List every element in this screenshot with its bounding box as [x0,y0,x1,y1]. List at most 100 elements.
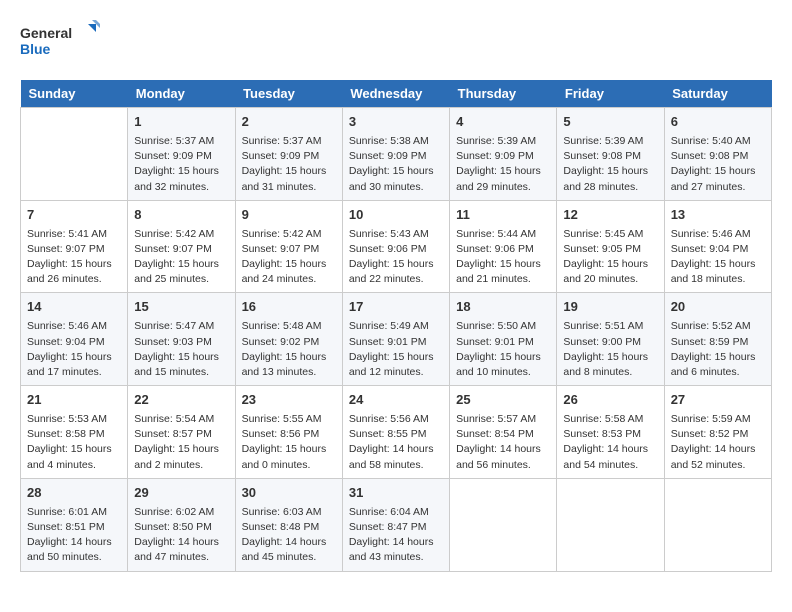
day-info: Sunrise: 5:37 AM Sunset: 9:09 PM Dayligh… [242,134,336,195]
day-number: 26 [563,391,657,410]
calendar-cell: 27 Sunrise: 5:59 AM Sunset: 8:52 PM Dayli… [664,386,771,479]
day-info: Sunrise: 5:56 AM Sunset: 8:55 PM Dayligh… [349,412,443,473]
calendar-cell: 14 Sunrise: 5:46 AM Sunset: 9:04 PM Dayli… [21,293,128,386]
calendar-cell: 10 Sunrise: 5:43 AM Sunset: 9:06 PM Dayli… [342,200,449,293]
day-info: Sunrise: 5:46 AM Sunset: 9:04 PM Dayligh… [27,319,121,380]
day-info: Sunrise: 5:39 AM Sunset: 9:08 PM Dayligh… [563,134,657,195]
day-info: Sunrise: 5:48 AM Sunset: 9:02 PM Dayligh… [242,319,336,380]
day-info: Sunrise: 5:57 AM Sunset: 8:54 PM Dayligh… [456,412,550,473]
day-number: 1 [134,113,228,132]
day-number: 27 [671,391,765,410]
header-thursday: Thursday [450,80,557,108]
day-number: 23 [242,391,336,410]
day-number: 14 [27,298,121,317]
calendar-cell: 9 Sunrise: 5:42 AM Sunset: 9:07 PM Daylig… [235,200,342,293]
day-number: 30 [242,484,336,503]
calendar-cell [664,478,771,571]
day-info: Sunrise: 6:04 AM Sunset: 8:47 PM Dayligh… [349,505,443,566]
day-number: 10 [349,206,443,225]
calendar-cell: 4Sunrise: 5:39 AM Sunset: 9:09 PM Daylig… [450,108,557,201]
day-number: 29 [134,484,228,503]
calendar-cell: 23 Sunrise: 5:55 AM Sunset: 8:56 PM Dayli… [235,386,342,479]
calendar-cell: 30Sunrise: 6:03 AM Sunset: 8:48 PM Dayli… [235,478,342,571]
page-header: General Blue [20,20,772,64]
calendar-cell: 21Sunrise: 5:53 AM Sunset: 8:58 PM Dayli… [21,386,128,479]
calendar-cell: 3 Sunrise: 5:38 AM Sunset: 9:09 PM Daylig… [342,108,449,201]
day-info: Sunrise: 5:44 AM Sunset: 9:06 PM Dayligh… [456,227,550,288]
calendar-cell: 16Sunrise: 5:48 AM Sunset: 9:02 PM Dayli… [235,293,342,386]
calendar-cell: 29 Sunrise: 6:02 AM Sunset: 8:50 PM Dayli… [128,478,235,571]
calendar-cell: 12 Sunrise: 5:45 AM Sunset: 9:05 PM Dayli… [557,200,664,293]
day-number: 2 [242,113,336,132]
header-tuesday: Tuesday [235,80,342,108]
calendar-cell: 8 Sunrise: 5:42 AM Sunset: 9:07 PM Daylig… [128,200,235,293]
day-number: 15 [134,298,228,317]
day-number: 28 [27,484,121,503]
week-row-5: 28 Sunrise: 6:01 AM Sunset: 8:51 PM Dayli… [21,478,772,571]
day-number: 13 [671,206,765,225]
day-info: Sunrise: 6:01 AM Sunset: 8:51 PM Dayligh… [27,505,121,566]
calendar-cell: 20Sunrise: 5:52 AM Sunset: 8:59 PM Dayli… [664,293,771,386]
calendar-cell: 28 Sunrise: 6:01 AM Sunset: 8:51 PM Dayli… [21,478,128,571]
day-number: 20 [671,298,765,317]
header-wednesday: Wednesday [342,80,449,108]
day-info: Sunrise: 6:02 AM Sunset: 8:50 PM Dayligh… [134,505,228,566]
calendar-header-row: SundayMondayTuesdayWednesdayThursdayFrid… [21,80,772,108]
calendar-cell: 31 Sunrise: 6:04 AM Sunset: 8:47 PM Dayli… [342,478,449,571]
header-monday: Monday [128,80,235,108]
svg-text:General: General [20,25,72,41]
calendar-cell: 2 Sunrise: 5:37 AM Sunset: 9:09 PM Daylig… [235,108,342,201]
week-row-1: 1 Sunrise: 5:37 AM Sunset: 9:09 PM Daylig… [21,108,772,201]
day-number: 8 [134,206,228,225]
week-row-2: 7Sunrise: 5:41 AM Sunset: 9:07 PM Daylig… [21,200,772,293]
calendar-cell [450,478,557,571]
day-info: Sunrise: 5:42 AM Sunset: 9:07 PM Dayligh… [242,227,336,288]
calendar-cell: 18Sunrise: 5:50 AM Sunset: 9:01 PM Dayli… [450,293,557,386]
calendar-cell: 15 Sunrise: 5:47 AM Sunset: 9:03 PM Dayli… [128,293,235,386]
day-number: 12 [563,206,657,225]
day-info: Sunrise: 5:41 AM Sunset: 9:07 PM Dayligh… [27,227,121,288]
day-info: Sunrise: 5:59 AM Sunset: 8:52 PM Dayligh… [671,412,765,473]
day-info: Sunrise: 5:55 AM Sunset: 8:56 PM Dayligh… [242,412,336,473]
calendar-cell: 1 Sunrise: 5:37 AM Sunset: 9:09 PM Daylig… [128,108,235,201]
calendar-cell: 22 Sunrise: 5:54 AM Sunset: 8:57 PM Dayli… [128,386,235,479]
day-info: Sunrise: 5:54 AM Sunset: 8:57 PM Dayligh… [134,412,228,473]
day-info: Sunrise: 5:49 AM Sunset: 9:01 PM Dayligh… [349,319,443,380]
day-number: 11 [456,206,550,225]
day-info: Sunrise: 5:40 AM Sunset: 9:08 PM Dayligh… [671,134,765,195]
calendar-cell: 26Sunrise: 5:58 AM Sunset: 8:53 PM Dayli… [557,386,664,479]
calendar-table: SundayMondayTuesdayWednesdayThursdayFrid… [20,80,772,572]
day-number: 31 [349,484,443,503]
day-info: Sunrise: 5:42 AM Sunset: 9:07 PM Dayligh… [134,227,228,288]
header-friday: Friday [557,80,664,108]
day-info: Sunrise: 5:51 AM Sunset: 9:00 PM Dayligh… [563,319,657,380]
day-number: 22 [134,391,228,410]
day-number: 9 [242,206,336,225]
day-number: 24 [349,391,443,410]
svg-text:Blue: Blue [20,41,51,57]
calendar-cell: 13 Sunrise: 5:46 AM Sunset: 9:04 PM Dayli… [664,200,771,293]
week-row-4: 21Sunrise: 5:53 AM Sunset: 8:58 PM Dayli… [21,386,772,479]
day-number: 3 [349,113,443,132]
day-info: Sunrise: 5:38 AM Sunset: 9:09 PM Dayligh… [349,134,443,195]
calendar-cell: 24 Sunrise: 5:56 AM Sunset: 8:55 PM Dayli… [342,386,449,479]
calendar-cell: 19Sunrise: 5:51 AM Sunset: 9:00 PM Dayli… [557,293,664,386]
day-info: Sunrise: 5:46 AM Sunset: 9:04 PM Dayligh… [671,227,765,288]
header-sunday: Sunday [21,80,128,108]
calendar-cell [557,478,664,571]
calendar-cell: 6Sunrise: 5:40 AM Sunset: 9:08 PM Daylig… [664,108,771,201]
calendar-cell: 25Sunrise: 5:57 AM Sunset: 8:54 PM Dayli… [450,386,557,479]
day-info: Sunrise: 5:47 AM Sunset: 9:03 PM Dayligh… [134,319,228,380]
day-number: 21 [27,391,121,410]
logo-svg: General Blue [20,20,100,64]
calendar-cell: 11 Sunrise: 5:44 AM Sunset: 9:06 PM Dayli… [450,200,557,293]
day-info: Sunrise: 5:43 AM Sunset: 9:06 PM Dayligh… [349,227,443,288]
header-saturday: Saturday [664,80,771,108]
day-number: 17 [349,298,443,317]
week-row-3: 14 Sunrise: 5:46 AM Sunset: 9:04 PM Dayli… [21,293,772,386]
day-info: Sunrise: 5:37 AM Sunset: 9:09 PM Dayligh… [134,134,228,195]
day-info: Sunrise: 5:45 AM Sunset: 9:05 PM Dayligh… [563,227,657,288]
logo: General Blue [20,20,100,64]
day-number: 5 [563,113,657,132]
day-number: 4 [456,113,550,132]
